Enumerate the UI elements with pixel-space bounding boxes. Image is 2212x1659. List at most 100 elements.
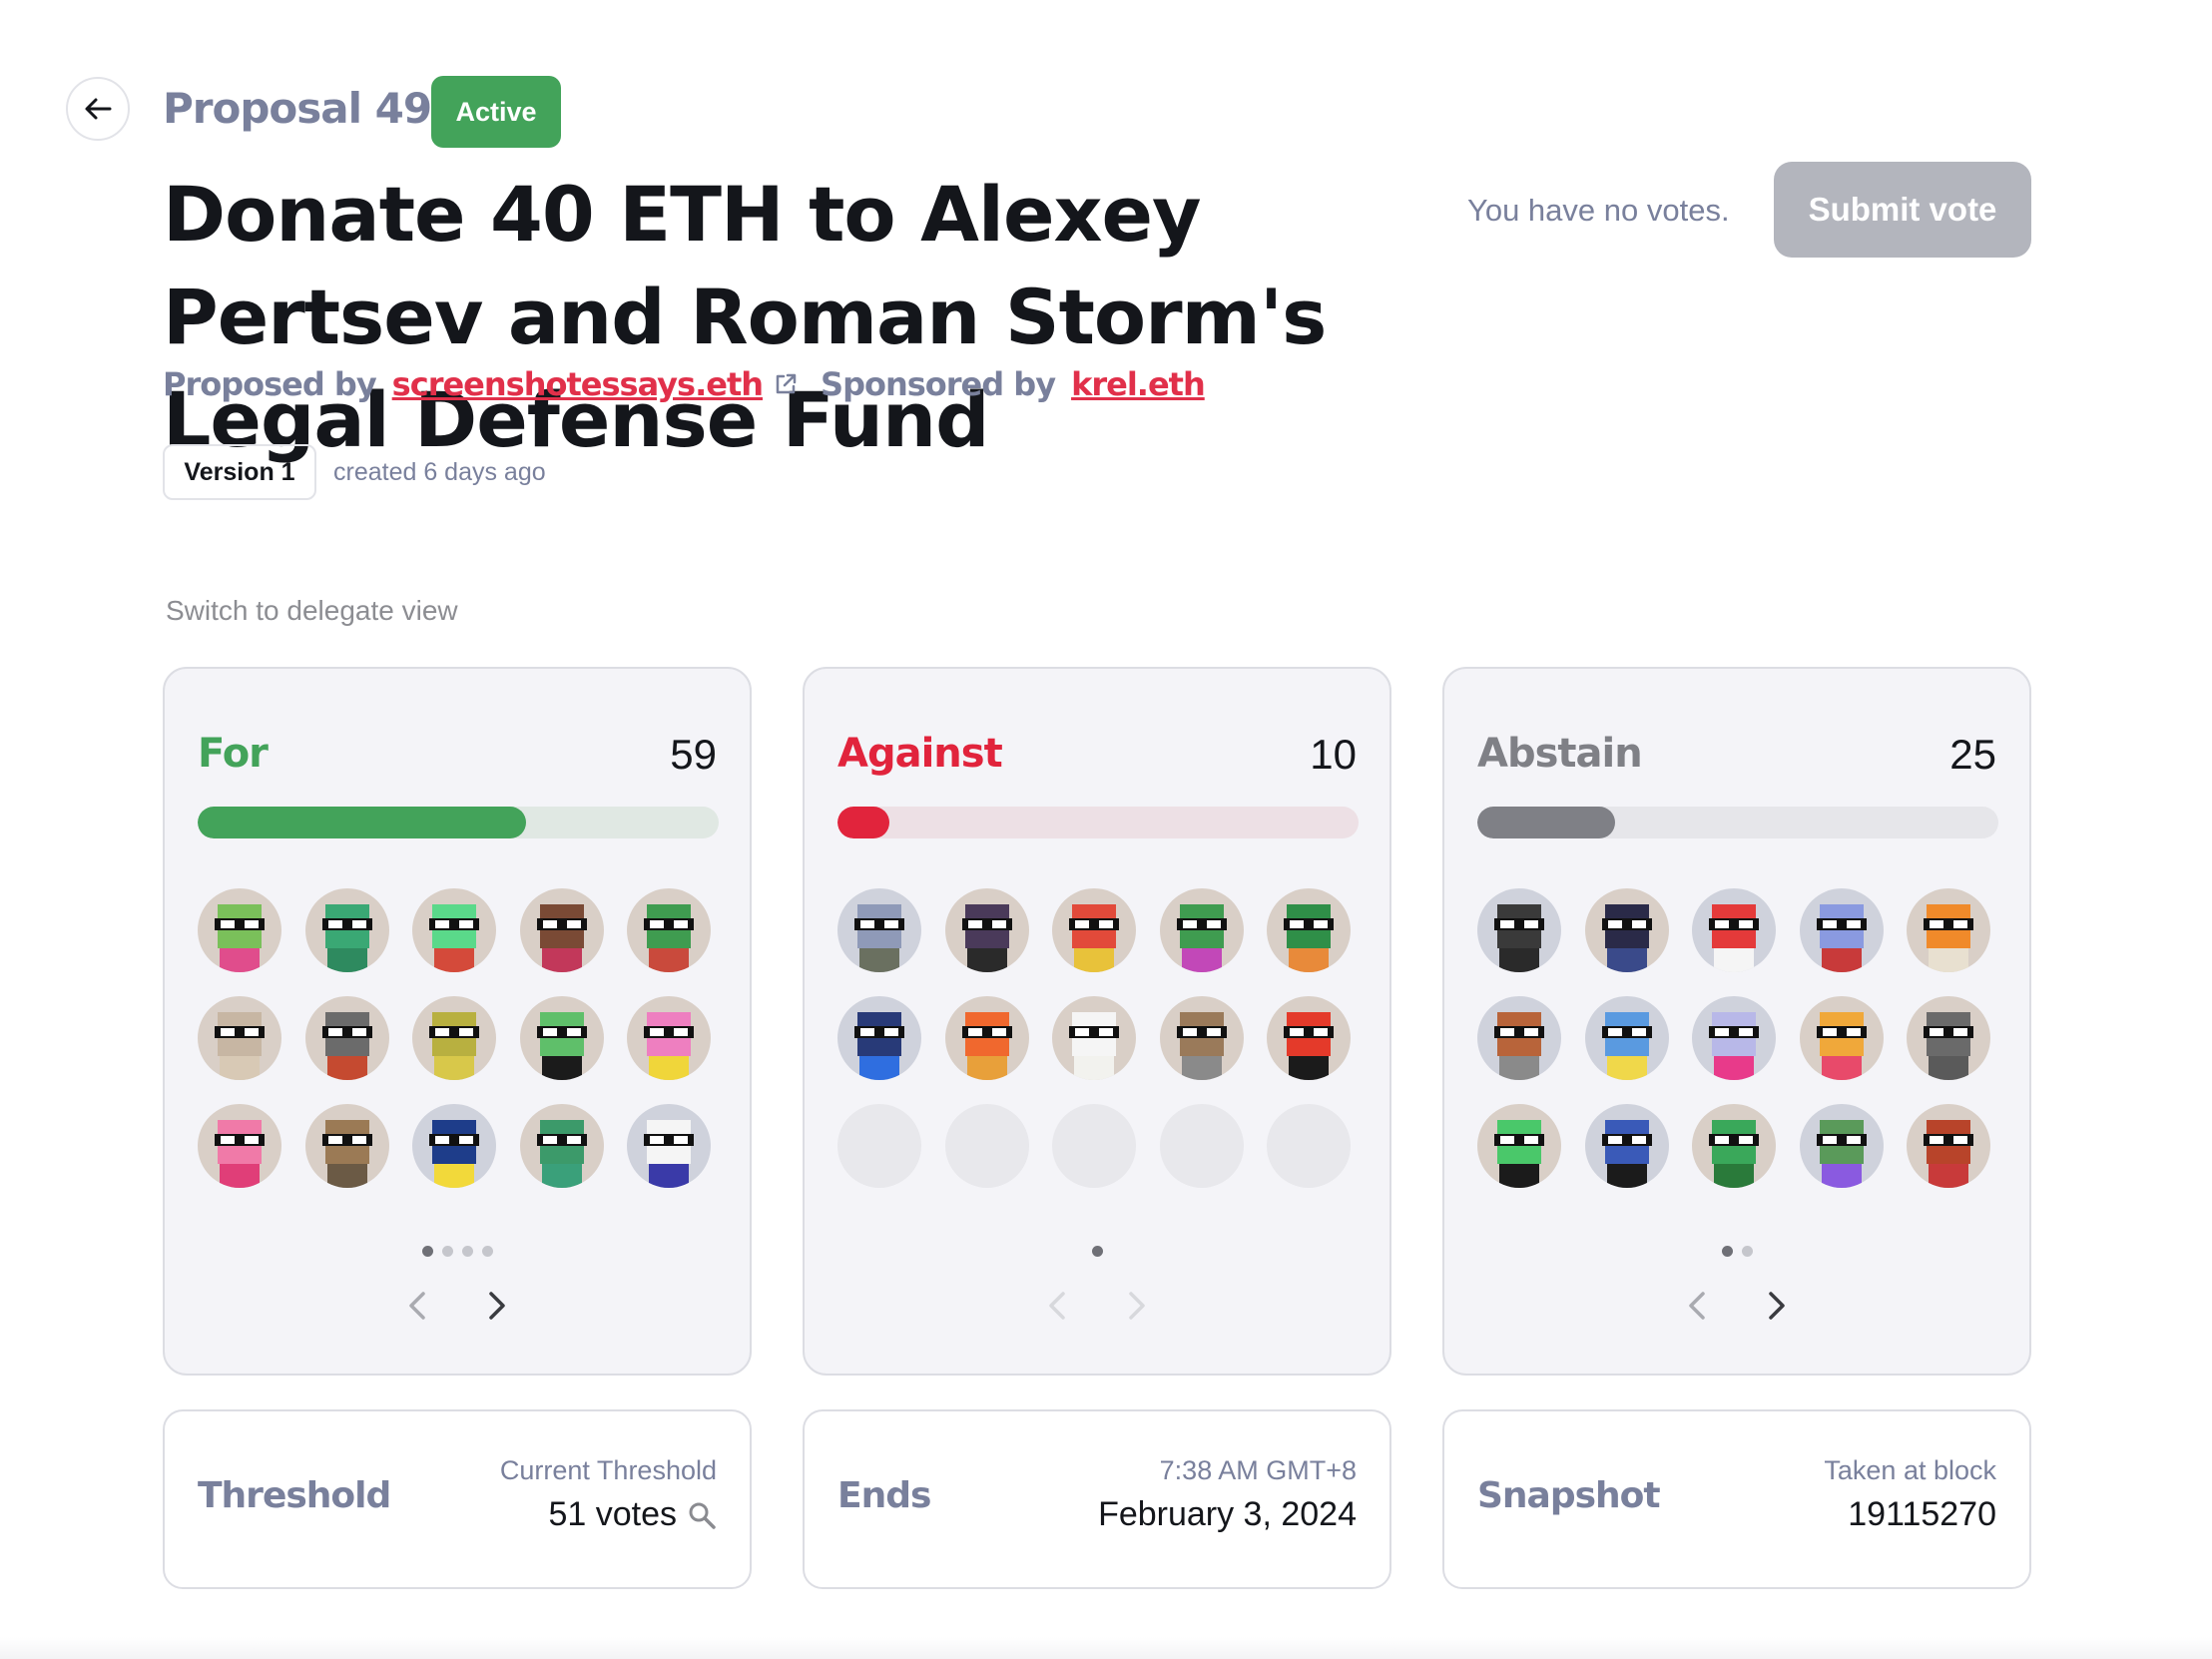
voter-avatar[interactable]	[519, 1104, 604, 1188]
avatar-body	[541, 946, 582, 972]
voter-avatar-grid	[1477, 888, 1998, 1188]
avatar-body	[1821, 1162, 1862, 1188]
voter-avatar[interactable]	[627, 888, 711, 972]
voter-avatar[interactable]	[1159, 996, 1244, 1080]
voter-avatar[interactable]	[837, 996, 921, 1080]
avatar-glasses	[1924, 1134, 1973, 1146]
voter-avatar[interactable]	[198, 888, 281, 972]
voter-avatar[interactable]	[1159, 888, 1244, 972]
avatar-glasses	[1494, 1134, 1544, 1146]
page-dot[interactable]	[461, 1246, 473, 1257]
switch-delegate-view-link[interactable]: Switch to delegate view	[166, 595, 458, 627]
voter-avatar[interactable]	[1799, 888, 1884, 972]
pager	[165, 1288, 750, 1324]
page-dot[interactable]	[421, 1246, 433, 1257]
page-dot[interactable]	[481, 1246, 493, 1257]
empty-avatar-slot	[837, 1104, 921, 1188]
voter-avatar[interactable]	[1799, 996, 1884, 1080]
next-page-button[interactable]	[1762, 1288, 1792, 1324]
vote-progress-fill	[837, 807, 890, 838]
voter-avatar[interactable]	[1692, 996, 1776, 1080]
voter-avatar[interactable]	[1907, 996, 1990, 1080]
page-footer-shade	[0, 1637, 2212, 1659]
voter-avatar[interactable]	[1052, 888, 1136, 972]
created-text: created 6 days ago	[333, 458, 546, 486]
voter-avatar[interactable]	[1907, 888, 1990, 972]
prev-page-button[interactable]	[402, 1288, 432, 1324]
page-dot[interactable]	[1721, 1246, 1733, 1257]
voter-avatar[interactable]	[412, 1104, 496, 1188]
voter-avatar[interactable]	[519, 888, 604, 972]
avatar-glasses	[854, 918, 904, 930]
vote-progress-bar	[198, 807, 719, 838]
avatar-body	[434, 946, 474, 972]
voter-avatar[interactable]	[627, 996, 711, 1080]
voter-avatar[interactable]	[1799, 1104, 1884, 1188]
page-dots	[165, 1246, 750, 1257]
avatar-glasses	[961, 1026, 1012, 1038]
vote-progress-bar	[837, 807, 1359, 838]
voter-avatar[interactable]	[944, 888, 1029, 972]
voter-avatar[interactable]	[198, 1104, 281, 1188]
page-dot[interactable]	[1741, 1246, 1753, 1257]
avatar-body	[1606, 1054, 1647, 1080]
avatar-glasses	[1494, 918, 1544, 930]
threshold-value-row: 51 votes	[548, 1495, 717, 1534]
voter-avatar[interactable]	[1692, 888, 1776, 972]
voter-avatar[interactable]	[1584, 888, 1669, 972]
back-button[interactable]	[66, 77, 130, 141]
voter-avatar-grid	[837, 888, 1359, 1188]
avatar-body	[1606, 1162, 1647, 1188]
voter-avatar[interactable]	[304, 888, 389, 972]
prev-page-button[interactable]	[1042, 1288, 1072, 1324]
avatar-body	[966, 946, 1007, 972]
avatar-body	[541, 1162, 582, 1188]
voter-avatar[interactable]	[1267, 996, 1351, 1080]
voter-avatar[interactable]	[304, 1104, 389, 1188]
page-dot[interactable]	[441, 1246, 453, 1257]
avatar-body	[1929, 1162, 1968, 1188]
prev-page-button[interactable]	[1682, 1288, 1712, 1324]
proposed-by-label: Proposed by	[163, 365, 377, 403]
snapshot-block: 19115270	[1848, 1495, 1996, 1533]
voter-avatar[interactable]	[1584, 996, 1669, 1080]
voter-avatar[interactable]	[837, 888, 921, 972]
sponsor-link[interactable]: krel.eth	[1071, 365, 1206, 403]
proposer-link[interactable]: screenshotessays.eth	[392, 365, 764, 403]
voter-avatar[interactable]	[412, 996, 496, 1080]
voter-avatar[interactable]	[198, 996, 281, 1080]
version-selector[interactable]: Version 1	[163, 444, 316, 500]
search-icon[interactable]	[687, 1500, 717, 1530]
chevron-right-icon	[489, 1292, 505, 1320]
threshold-card: Threshold Current Threshold 51 votes	[163, 1409, 752, 1589]
submit-vote-button[interactable]: Submit vote	[1774, 162, 2031, 258]
avatar-body	[649, 1054, 689, 1080]
voter-avatar[interactable]	[1477, 1104, 1561, 1188]
voter-avatar[interactable]	[944, 996, 1029, 1080]
voter-avatar[interactable]	[1477, 888, 1561, 972]
avatar-body	[541, 1054, 582, 1080]
voter-avatar[interactable]	[304, 996, 389, 1080]
voter-avatar[interactable]	[1477, 996, 1561, 1080]
voter-avatar[interactable]	[1267, 888, 1351, 972]
ends-card: Ends 7:38 AM GMT+8 February 3, 2024	[803, 1409, 1391, 1589]
avatar-glasses	[1924, 1026, 1973, 1038]
voter-avatar[interactable]	[1584, 1104, 1669, 1188]
voter-avatar[interactable]	[412, 888, 496, 972]
external-link-icon[interactable]	[773, 371, 799, 397]
avatar-glasses	[215, 918, 265, 930]
voter-avatar[interactable]	[1052, 996, 1136, 1080]
avatar-body	[1714, 946, 1754, 972]
empty-avatar-slot	[1159, 1104, 1244, 1188]
avatar-body	[1289, 1054, 1329, 1080]
page-dot[interactable]	[1091, 1246, 1103, 1257]
voter-avatar[interactable]	[1692, 1104, 1776, 1188]
avatar-body	[1714, 1054, 1754, 1080]
avatar-body	[1074, 946, 1114, 972]
voter-avatar[interactable]	[519, 996, 604, 1080]
voter-avatar[interactable]	[627, 1104, 711, 1188]
voter-avatar[interactable]	[1907, 1104, 1990, 1188]
next-page-button[interactable]	[1122, 1288, 1152, 1324]
avatar-glasses	[1176, 918, 1227, 930]
next-page-button[interactable]	[482, 1288, 512, 1324]
